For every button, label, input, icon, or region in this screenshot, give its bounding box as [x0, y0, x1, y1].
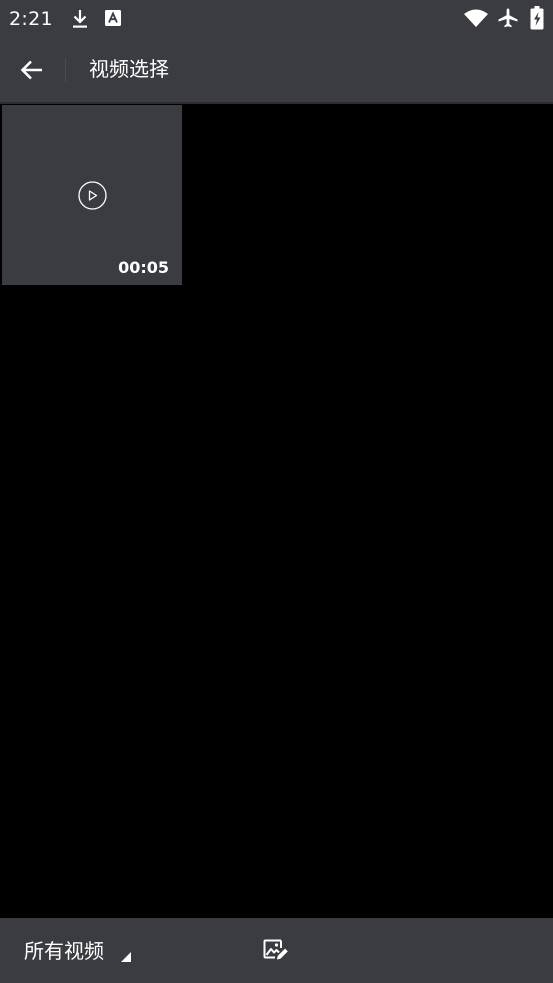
- album-selector[interactable]: 所有视频: [14, 928, 131, 974]
- app-bar-divider: [65, 58, 66, 82]
- back-button[interactable]: [12, 50, 52, 90]
- image-edit-icon: [263, 939, 288, 960]
- video-thumbnail[interactable]: 00:05: [2, 105, 182, 285]
- dropdown-triangle-icon: [121, 952, 131, 962]
- status-time: 2:21: [9, 8, 53, 30]
- page-title: 视频选择: [89, 57, 169, 81]
- wifi-icon: [464, 9, 488, 27]
- play-circle-icon: [78, 181, 107, 210]
- video-picker-screen: 2:21 视频选择 00:05 所有视频: [0, 0, 553, 983]
- battery-charging-icon: [530, 6, 544, 30]
- bottom-bar: 所有视频: [0, 918, 553, 983]
- image-edit-button[interactable]: [254, 930, 296, 972]
- arrow-back-icon: [20, 60, 42, 80]
- download-icon: [73, 10, 87, 28]
- album-label: 所有视频: [24, 939, 104, 963]
- video-duration: 00:05: [118, 258, 169, 277]
- status-bar: 2:21: [0, 0, 553, 38]
- airplane-mode-icon: [498, 8, 518, 28]
- video-grid: 00:05: [0, 104, 553, 918]
- text-a-icon: [105, 10, 121, 26]
- app-bar: 视频选择: [0, 38, 553, 102]
